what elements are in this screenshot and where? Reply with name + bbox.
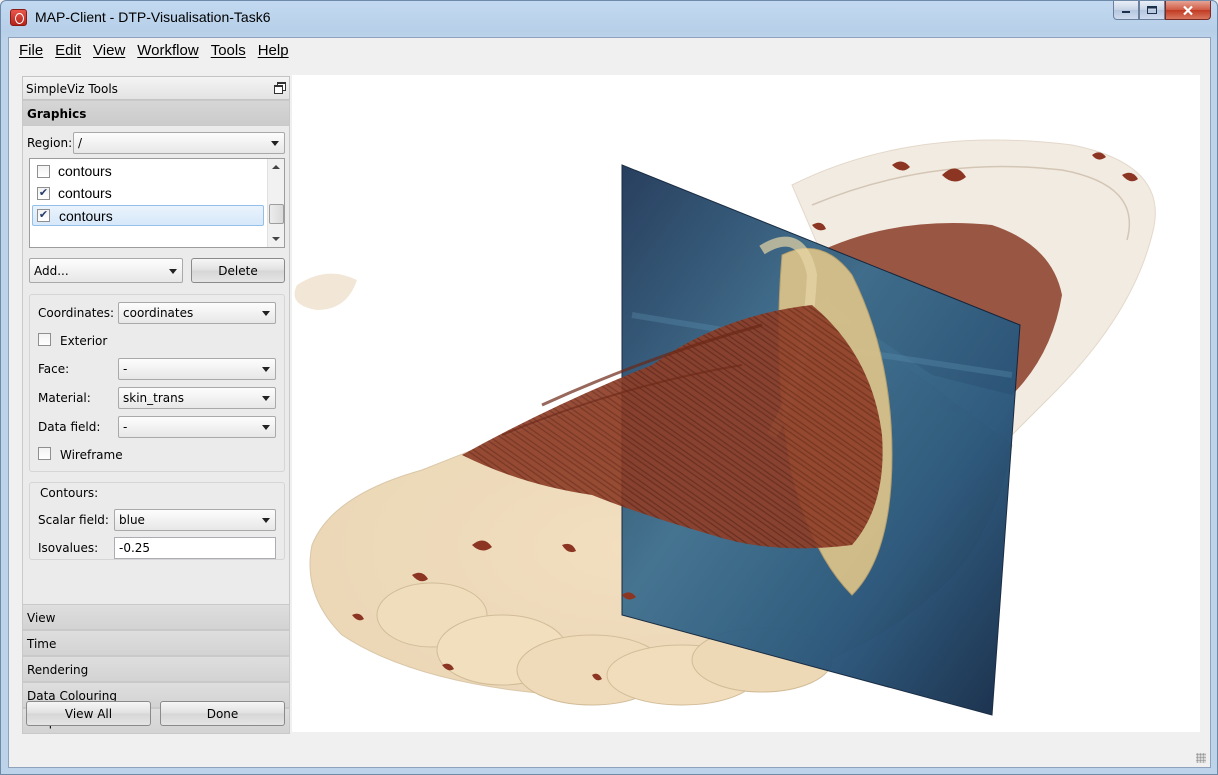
data-field-label: Data field: — [38, 420, 101, 434]
chevron-down-icon — [271, 141, 279, 146]
close-icon — [1183, 5, 1193, 15]
menu-tools[interactable]: Tools — [205, 38, 252, 62]
face-label: Face: — [38, 362, 70, 376]
menu-bar: File Edit View Workflow Tools Help — [9, 38, 1210, 62]
add-label: Add... — [34, 264, 69, 278]
dock-title-text: SimpleViz Tools — [26, 82, 118, 96]
app-window: MAP-Client - DTP-Visualisation-Task6 Fil… — [0, 0, 1218, 775]
checkbox-checked[interactable]: ✔ — [37, 187, 50, 200]
chevron-down-icon — [169, 269, 177, 274]
section-rendering[interactable]: Rendering — [22, 656, 290, 682]
dock-title[interactable]: SimpleViz Tools — [22, 76, 290, 100]
graphics-panel: Region: / contours ✔ contours ✔ contours… — [22, 126, 290, 536]
graphics-list-item[interactable]: contours — [32, 161, 264, 182]
add-graphics-select[interactable]: Add... — [29, 258, 183, 283]
contours-box: Contours: Scalar field: blue Isovalues: … — [29, 482, 285, 560]
simpleviz-tools-dock: SimpleViz Tools Graphics Region: / conto… — [22, 76, 290, 734]
coordinates-select[interactable]: coordinates — [118, 302, 276, 324]
wireframe-checkbox[interactable] — [38, 447, 52, 461]
checkbox-checked[interactable]: ✔ — [37, 209, 50, 222]
region-select[interactable]: / — [73, 132, 285, 154]
window-title: MAP-Client - DTP-Visualisation-Task6 — [35, 9, 271, 25]
done-button[interactable]: Done — [160, 701, 285, 726]
checkbox-unchecked[interactable] — [38, 333, 51, 346]
close-button[interactable] — [1165, 1, 1211, 20]
scroll-down-icon[interactable] — [272, 237, 280, 241]
material-select[interactable]: skin_trans — [118, 387, 276, 409]
menu-view[interactable]: View — [87, 38, 131, 62]
skin-fragment — [294, 273, 357, 310]
menu-edit[interactable]: Edit — [49, 38, 87, 62]
chevron-down-icon — [262, 425, 270, 430]
data-field-value: - — [123, 420, 128, 434]
section-time[interactable]: Time — [22, 630, 290, 656]
chevron-down-icon — [262, 518, 270, 523]
graphics-properties-group: Coordinates: coordinates Exterior Face: … — [29, 294, 285, 472]
graphics-item-label: contours — [58, 185, 112, 201]
main-client-area: File Edit View Workflow Tools Help Simpl… — [8, 37, 1211, 768]
resize-grip-icon[interactable] — [1196, 753, 1206, 763]
checkbox-unchecked[interactable] — [37, 165, 50, 178]
graphics-list[interactable]: contours ✔ contours ✔ contours — [29, 158, 285, 248]
maximize-button[interactable] — [1139, 1, 1165, 20]
maximize-icon — [1147, 6, 1157, 14]
app-logo-icon — [10, 9, 27, 26]
exterior-checkbox[interactable] — [38, 333, 52, 347]
delete-button[interactable]: Delete — [191, 258, 285, 283]
minimize-icon — [1122, 11, 1130, 13]
isovalues-label: Isovalues: — [38, 541, 99, 555]
material-label: Material: — [38, 391, 91, 405]
foot-visualisation — [294, 139, 1156, 716]
3d-viewport[interactable] — [292, 75, 1200, 732]
material-value: skin_trans — [123, 391, 184, 405]
view-all-button[interactable]: View All — [26, 701, 151, 726]
face-select[interactable]: - — [118, 358, 276, 380]
chevron-down-icon — [262, 396, 270, 401]
wireframe-label: Wireframe — [60, 448, 123, 462]
menu-file[interactable]: File — [13, 38, 49, 62]
contours-panel: Contours: Scalar field: blue Isovalues: … — [22, 482, 290, 620]
section-graphics[interactable]: Graphics — [22, 100, 290, 126]
menu-workflow[interactable]: Workflow — [131, 38, 204, 62]
scroll-up-icon[interactable] — [272, 165, 280, 169]
coordinates-label: Coordinates: — [38, 306, 115, 320]
region-label: Region: — [27, 136, 73, 150]
title-bar[interactable]: MAP-Client - DTP-Visualisation-Task6 — [1, 1, 1217, 33]
section-view[interactable]: View — [22, 604, 290, 630]
data-field-select[interactable]: - — [118, 416, 276, 438]
contours-title: Contours: — [40, 486, 99, 500]
graphics-item-label: contours — [58, 163, 112, 179]
graphics-item-label: contours — [59, 208, 113, 224]
dock-float-icon[interactable] — [274, 82, 286, 94]
exterior-label: Exterior — [60, 334, 108, 348]
chevron-down-icon — [262, 311, 270, 316]
face-value: - — [123, 362, 128, 376]
list-scrollbar[interactable] — [267, 159, 284, 247]
coordinates-value: coordinates — [123, 306, 194, 320]
scalar-field-value: blue — [119, 513, 145, 527]
checkbox-unchecked[interactable] — [38, 447, 51, 460]
scalar-field-select[interactable]: blue — [114, 509, 276, 531]
chevron-down-icon — [262, 367, 270, 372]
scalar-field-label: Scalar field: — [38, 513, 109, 527]
scroll-thumb[interactable] — [269, 204, 284, 224]
graphics-list-item[interactable]: ✔ contours — [32, 183, 264, 204]
graphics-list-item-selected[interactable]: ✔ contours — [32, 205, 264, 226]
isovalues-input[interactable]: -0.25 — [114, 537, 276, 559]
menu-help[interactable]: Help — [252, 38, 295, 62]
region-value: / — [78, 136, 83, 150]
minimize-button[interactable] — [1113, 1, 1139, 20]
